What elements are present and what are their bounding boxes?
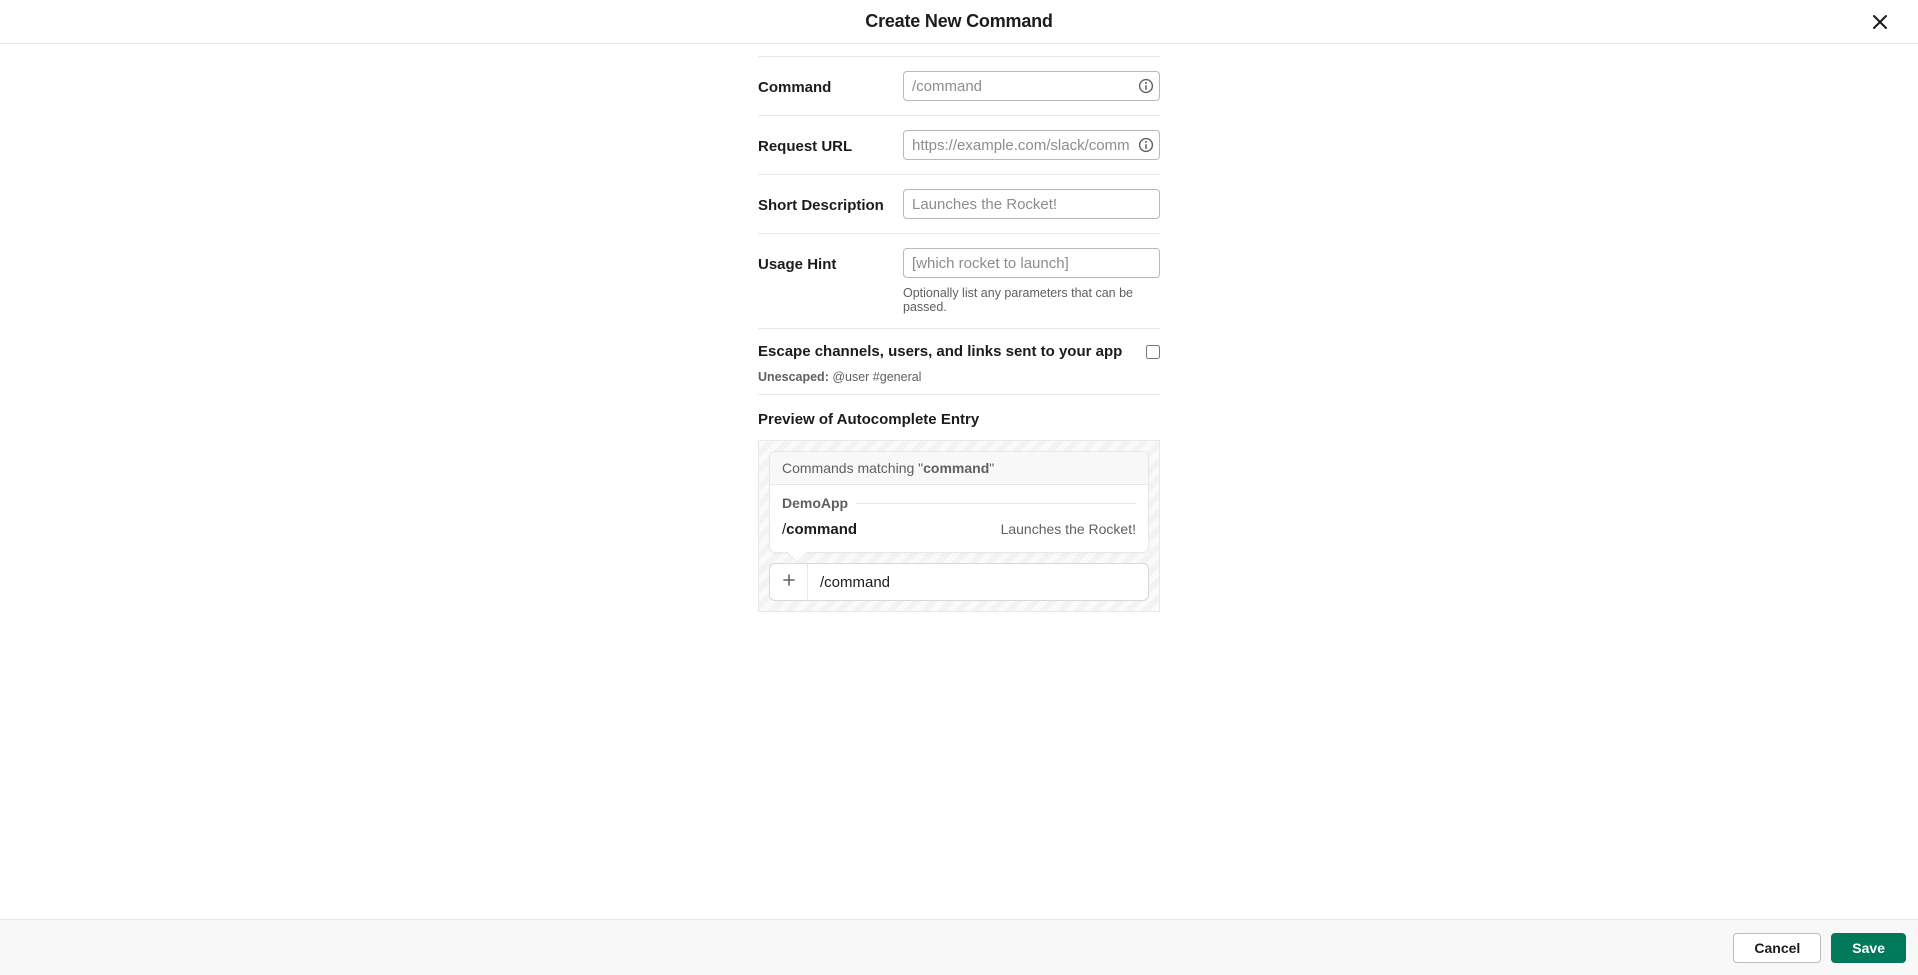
escape-subtext: Unescaped: @user #general [758, 370, 1160, 384]
autocomplete-box: Commands matching "command" DemoApp /com… [769, 451, 1149, 553]
cancel-button[interactable]: Cancel [1733, 933, 1821, 963]
info-icon[interactable] [1138, 137, 1154, 153]
row-command: Command [758, 56, 1160, 115]
modal-header: Create New Command [0, 0, 1918, 44]
autocomplete-app-name: DemoApp [782, 495, 1136, 511]
composer-plus [770, 564, 808, 600]
preview-title: Preview of Autocomplete Entry [758, 395, 1160, 440]
autocomplete-entry: /command Launches the Rocket! [782, 521, 1136, 538]
usage-hint-label: Usage Hint [758, 248, 903, 273]
modal-title: Create New Command [865, 11, 1052, 32]
request-url-label: Request URL [758, 130, 903, 155]
composer-text: /command [808, 564, 890, 600]
short-description-input[interactable] [903, 189, 1160, 219]
usage-hint-input[interactable] [903, 248, 1160, 278]
autocomplete-header: Commands matching "command" [770, 452, 1148, 485]
escape-checkbox[interactable] [1146, 345, 1160, 359]
row-escape: Escape channels, users, and links sent t… [758, 328, 1160, 395]
escape-label: Escape channels, users, and links sent t… [758, 343, 1122, 360]
composer-preview: /command [769, 563, 1149, 601]
modal-footer: Cancel Save [0, 919, 1918, 975]
request-url-input[interactable] [903, 130, 1160, 160]
close-icon [1870, 20, 1890, 35]
row-short-description: Short Description [758, 174, 1160, 233]
save-button[interactable]: Save [1831, 933, 1906, 963]
plus-icon [781, 572, 797, 593]
command-input[interactable] [903, 71, 1160, 101]
usage-hint-helper: Optionally list any parameters that can … [903, 278, 1160, 314]
short-description-label: Short Description [758, 189, 903, 214]
preview-panel: Commands matching "command" DemoApp /com… [758, 440, 1160, 612]
info-icon[interactable] [1138, 78, 1154, 94]
command-label: Command [758, 71, 903, 96]
row-request-url: Request URL [758, 115, 1160, 174]
row-usage-hint: Usage Hint Optionally list any parameter… [758, 233, 1160, 328]
close-button[interactable] [1866, 8, 1894, 36]
